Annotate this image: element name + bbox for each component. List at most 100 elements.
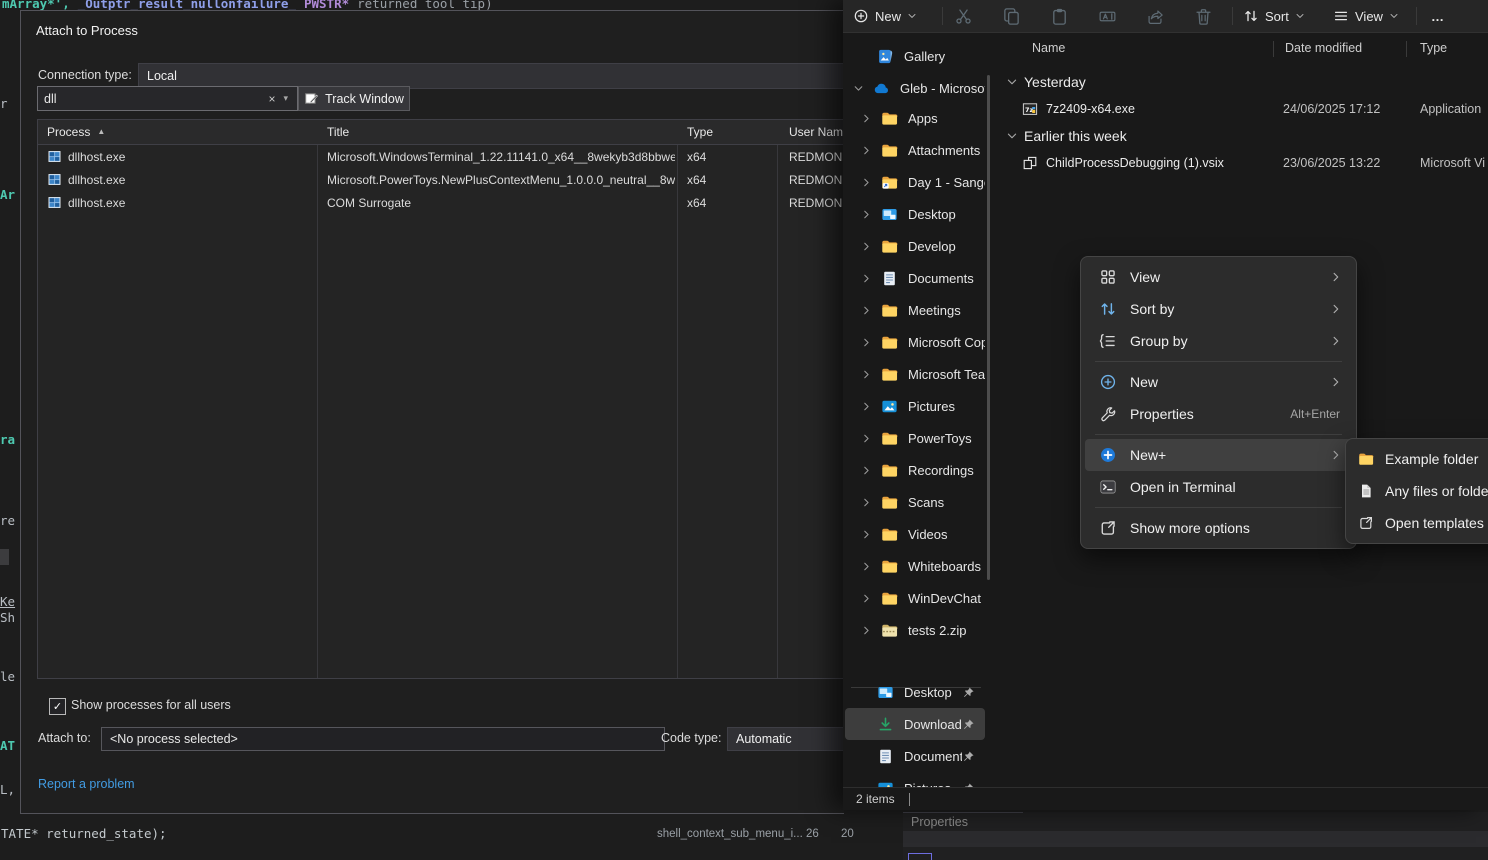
process-row[interactable]: dllhost.exe Microsoft.PowerToys.NewPlusC… (38, 168, 844, 191)
sidebar-item-pictures[interactable]: Pictures (845, 390, 985, 422)
file-row[interactable]: 7z2409-x64.exe 24/06/2025 17:12 Applicat… (1003, 96, 1488, 122)
chevron-right-icon[interactable] (861, 145, 872, 156)
sidebar-item-windevchat[interactable]: WinDevChat c (845, 582, 985, 614)
column-header-name[interactable]: Name (1032, 41, 1065, 55)
delete-icon[interactable] (1194, 7, 1213, 26)
process-table-header: Process ▲ Title Type User Name (38, 120, 844, 145)
chevron-right-icon[interactable] (861, 465, 872, 476)
more-options-button[interactable]: … (1431, 0, 1444, 32)
sidebar-item-powertoys[interactable]: PowerToys (845, 422, 985, 454)
attach-to-field[interactable]: <No process selected> (101, 727, 665, 751)
column-header-user[interactable]: User Name (789, 120, 844, 143)
chevron-right-icon[interactable] (861, 273, 872, 284)
process-icon (47, 149, 62, 164)
sidebar-item-tests-zip[interactable]: tests 2.zip (845, 614, 985, 646)
sidebar-item-desktop[interactable]: Desktop (845, 198, 985, 230)
view-button[interactable]: View (1333, 0, 1399, 32)
sidebar-item-day1[interactable]: Day 1 - Sangee (845, 166, 985, 198)
chevron-down-icon[interactable] (853, 83, 864, 94)
items-count: 2 items (856, 792, 895, 806)
chevron-right-icon[interactable] (861, 593, 872, 604)
sidebar-item-onedrive[interactable]: Gleb - Microsoft (845, 72, 985, 104)
clear-filter-icon[interactable]: × (263, 92, 280, 106)
menu-item-new[interactable]: New (1085, 366, 1352, 398)
sidebar-item-scans[interactable]: Scans (845, 486, 985, 518)
chevron-right-icon[interactable] (861, 433, 872, 444)
properties-panel-field[interactable] (908, 853, 932, 860)
column-header-date-modified[interactable]: Date modified (1285, 41, 1362, 55)
group-header-yesterday[interactable]: Yesterday (1006, 70, 1086, 94)
chevron-right-icon[interactable] (861, 625, 872, 636)
sidebar-item-pictures-pinned[interactable]: Pictures (845, 772, 985, 788)
chevron-right-icon[interactable] (861, 305, 872, 316)
group-header-earlier-this-week[interactable]: Earlier this week (1006, 124, 1127, 148)
sidebar-item-meetings[interactable]: Meetings (845, 294, 985, 326)
menu-item-view[interactable]: View (1085, 261, 1352, 293)
menu-item-sort-by[interactable]: Sort by (1085, 293, 1352, 325)
process-filter-input[interactable]: dll × ▾ (37, 86, 298, 111)
sidebar-item-gallery[interactable]: Gallery (845, 40, 985, 72)
paste-icon[interactable] (1050, 7, 1069, 26)
menu-item-group-by[interactable]: Group by (1085, 325, 1352, 357)
process-row[interactable]: dllhost.exe COM Surrogate x64 REDMOND (38, 191, 844, 214)
new-button[interactable]: New (853, 0, 917, 32)
sidebar-item-desktop-pinned[interactable]: Desktop (845, 676, 985, 708)
file-row[interactable]: ChildProcessDebugging (1).vsix 23/06/202… (1003, 150, 1488, 176)
sidebar-item-attachments[interactable]: Attachments (845, 134, 985, 166)
chevron-right-icon[interactable] (861, 369, 872, 380)
chevron-right-icon[interactable] (861, 337, 872, 348)
submenu-item-open-templates[interactable]: Open templates (1350, 507, 1488, 539)
menu-item-open-in-terminal[interactable]: Open in Terminal (1085, 471, 1352, 503)
menu-item-properties[interactable]: Properties Alt+Enter (1085, 398, 1352, 430)
copy-icon[interactable] (1002, 7, 1021, 26)
menu-item-newplus[interactable]: New+ (1085, 439, 1352, 471)
column-header-type[interactable]: Type (1420, 41, 1447, 55)
code-type-select[interactable]: Automatic (727, 727, 844, 751)
rename-icon[interactable] (1098, 7, 1117, 26)
chevron-right-icon[interactable] (861, 209, 872, 220)
sort-button[interactable]: Sort (1243, 0, 1305, 32)
file-icon (1358, 483, 1374, 499)
chevron-down-icon[interactable] (1006, 130, 1018, 142)
cut-icon[interactable] (954, 7, 973, 26)
sidebar-scrollbar[interactable] (987, 75, 990, 580)
sidebar-item-whiteboards[interactable]: Whiteboards (845, 550, 985, 582)
submenu-item-example-folder[interactable]: Example folder (1350, 443, 1488, 475)
sidebar-item-documents-pinned[interactable]: Documents (845, 740, 985, 772)
chevron-right-icon[interactable] (861, 497, 872, 508)
column-header-process[interactable]: Process ▲ (47, 120, 307, 143)
sidebar-item-apps[interactable]: Apps (845, 102, 985, 134)
codelens-reference[interactable]: shell_context_sub_menu_i... 26 (657, 828, 819, 840)
chevron-right-icon[interactable] (861, 177, 872, 188)
column-separator[interactable] (1406, 41, 1407, 57)
open-external-icon (1358, 515, 1374, 531)
report-problem-link[interactable]: Report a problem (38, 777, 135, 791)
chevron-right-icon[interactable] (861, 529, 872, 540)
shortcut-label: Alt+Enter (1290, 407, 1340, 421)
sidebar-item-microsoft-cop[interactable]: Microsoft Cop (845, 326, 985, 358)
sidebar-item-recordings[interactable]: Recordings (845, 454, 985, 486)
column-header-type[interactable]: Type (687, 120, 772, 143)
chevron-down-icon[interactable] (1006, 76, 1018, 88)
group-by-icon (1099, 332, 1117, 350)
menu-item-show-more-options[interactable]: Show more options (1085, 512, 1352, 544)
filter-dropdown-icon[interactable]: ▾ (280, 93, 291, 104)
sidebar-item-microsoft-tear[interactable]: Microsoft Tear (845, 358, 985, 390)
chevron-right-icon[interactable] (861, 113, 872, 124)
column-header-title[interactable]: Title (327, 120, 667, 143)
column-separator[interactable] (1273, 41, 1274, 57)
submenu-item-any-files[interactable]: Any files or folde (1350, 475, 1488, 507)
share-icon[interactable] (1146, 7, 1165, 26)
sidebar-item-documents[interactable]: Documents (845, 262, 985, 294)
process-row[interactable]: dllhost.exe Microsoft.WindowsTerminal_1.… (38, 145, 844, 168)
chevron-right-icon[interactable] (861, 241, 872, 252)
track-window-button[interactable]: Track Window (298, 86, 410, 111)
chevron-down-icon (907, 11, 917, 21)
sidebar-item-videos[interactable]: Videos (845, 518, 985, 550)
code-line-bottom: TATE* returned_state); (1, 826, 167, 841)
chevron-right-icon[interactable] (861, 401, 872, 412)
sidebar-item-downloads-pinned[interactable]: Downloads (845, 708, 985, 740)
sidebar-item-develop[interactable]: Develop (845, 230, 985, 262)
chevron-right-icon[interactable] (861, 561, 872, 572)
show-all-users-checkbox[interactable]: ✓ (49, 698, 66, 715)
